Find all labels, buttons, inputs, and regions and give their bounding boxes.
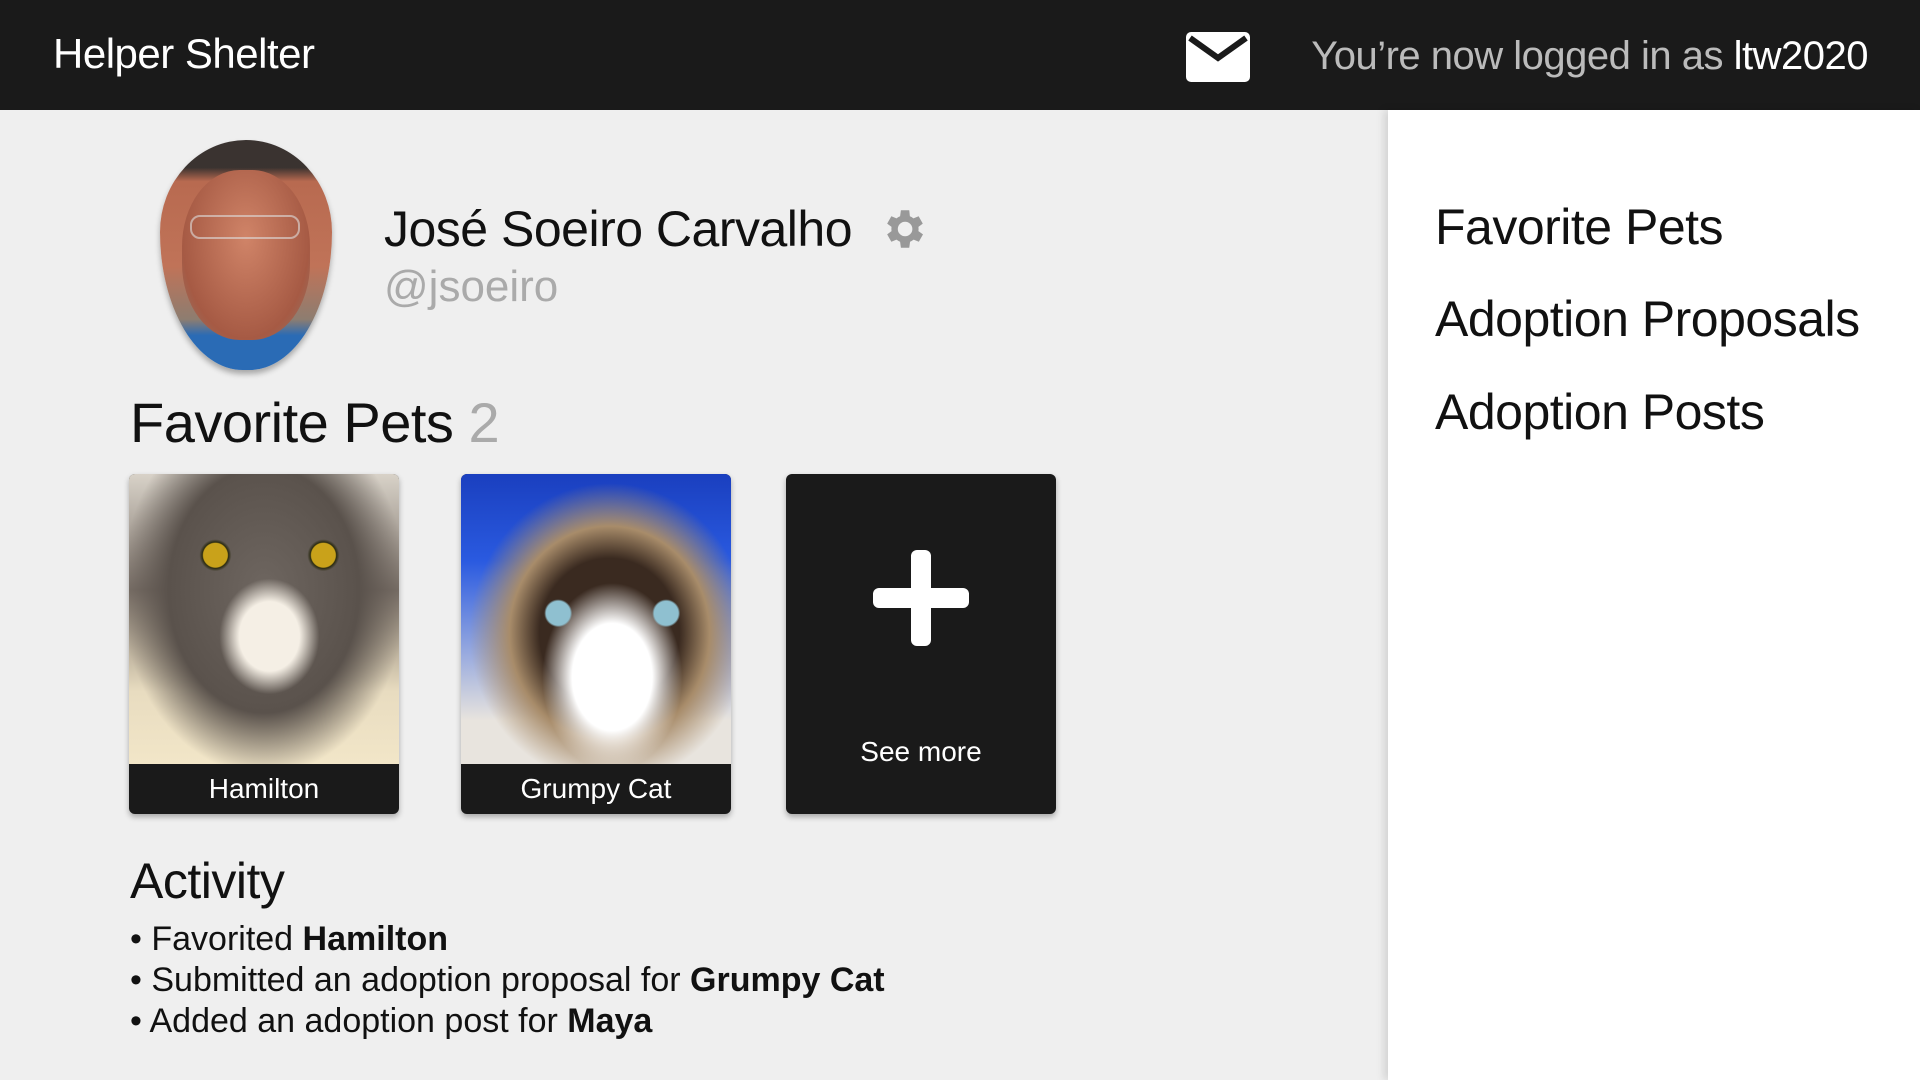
top-bar: Helper Shelter You’re now logged in as l… <box>0 0 1920 110</box>
activity-item: • Favorited Hamilton <box>130 920 448 959</box>
activity-item: • Submitted an adoption proposal for Gru… <box>130 961 885 1000</box>
pet-name: Hamilton <box>208 773 320 804</box>
plus-icon <box>873 550 969 646</box>
favorite-pets-heading: Favorite Pets 2 <box>130 390 500 455</box>
gear-icon[interactable] <box>878 204 928 254</box>
activity-heading: Activity <box>130 853 285 909</box>
pet-photo <box>461 474 731 764</box>
activity-item: • Added an adoption post for Maya <box>130 1002 652 1041</box>
activity-text: Submitted an adoption proposal for <box>151 961 691 999</box>
brand-title[interactable]: Helper Shelter <box>53 30 315 78</box>
sidebar-link-adoption-proposals[interactable]: Adoption Proposals <box>1435 290 1860 348</box>
login-prefix: You’re now logged in as <box>1311 34 1734 78</box>
activity-subject: Grumpy Cat <box>690 961 885 999</box>
profile-name: José Soeiro Carvalho <box>384 201 853 257</box>
favorite-pets-title: Favorite Pets <box>130 391 454 454</box>
sidebar-link-favorite-pets[interactable]: Favorite Pets <box>1435 198 1724 256</box>
envelope-icon[interactable] <box>1186 32 1250 82</box>
see-more-label: See more <box>860 736 982 767</box>
login-status: You’re now logged in as ltw2020 <box>1311 34 1868 79</box>
activity-text: Added an adoption post for <box>149 1002 568 1040</box>
bullet: • <box>130 920 142 958</box>
favorite-pets-count: 2 <box>468 391 500 454</box>
activity-subject: Hamilton <box>302 920 448 958</box>
pet-name: Grumpy Cat <box>520 773 672 804</box>
sidebar-link-adoption-posts[interactable]: Adoption Posts <box>1435 383 1765 441</box>
pet-card-hamilton[interactable]: Hamilton <box>129 474 399 814</box>
pet-photo <box>129 474 399 764</box>
bullet: • <box>130 961 142 999</box>
activity-text: Favorited <box>151 920 303 958</box>
pet-card-grumpy-cat[interactable]: Grumpy Cat <box>461 474 731 814</box>
avatar <box>160 140 332 370</box>
see-more-button[interactable]: See more <box>786 474 1056 814</box>
bullet: • <box>130 1002 142 1040</box>
activity-subject: Maya <box>567 1002 653 1040</box>
username-link[interactable]: ltw2020 <box>1734 34 1869 78</box>
sidebar: Favorite Pets Adoption Proposals Adoptio… <box>1388 110 1920 1080</box>
profile-handle: @jsoeiro <box>384 262 559 311</box>
